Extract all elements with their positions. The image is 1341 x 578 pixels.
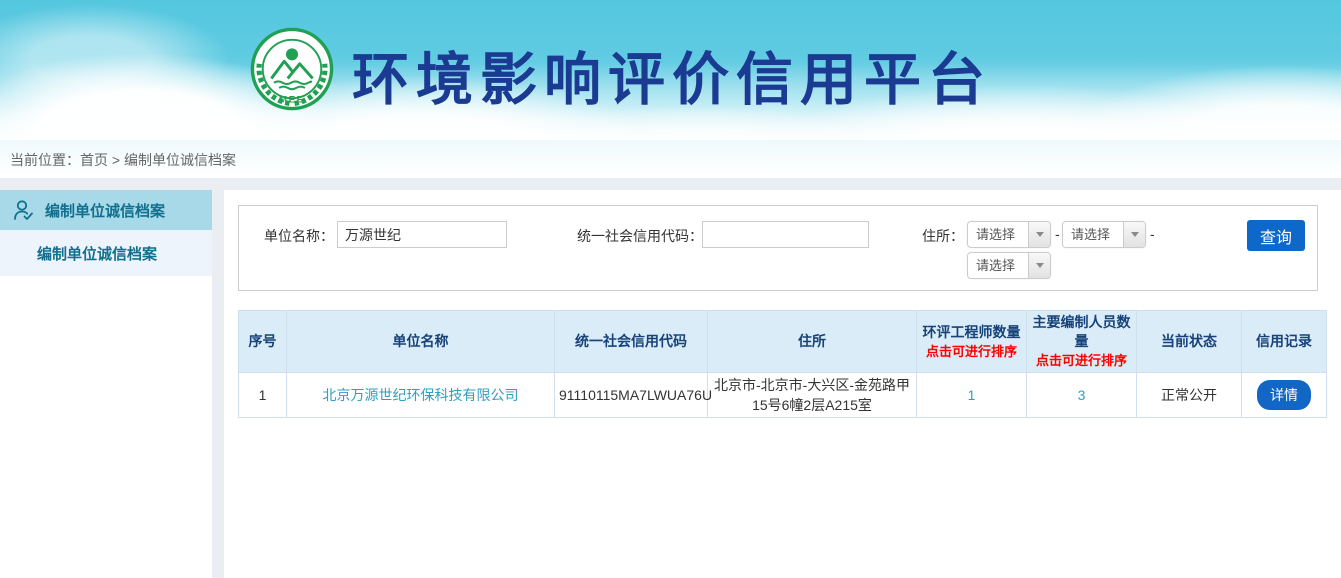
col-header-index: 序号 bbox=[239, 311, 287, 373]
col-header-engineer-count-label: 环评工程师数量 bbox=[923, 324, 1021, 340]
chevron-down-icon[interactable] bbox=[1123, 222, 1145, 247]
unit-name-input[interactable] bbox=[337, 221, 507, 248]
sidebar-subitem-label: 编制单位诚信档案 bbox=[37, 243, 157, 264]
sidebar-item-label: 编制单位诚信档案 bbox=[45, 200, 165, 221]
unit-name-link[interactable]: 北京万源世纪环保科技有限公司 bbox=[323, 387, 519, 403]
col-header-credit-code: 统一社会信用代码 bbox=[555, 311, 708, 373]
sidebar-divider bbox=[212, 190, 225, 578]
sidebar-item-unit-credit-archive[interactable]: 编制单位诚信档案 bbox=[0, 190, 212, 230]
staff-count-link[interactable]: 3 bbox=[1078, 387, 1086, 403]
table-header-row: 序号 单位名称 统一社会信用代码 住所 环评工程师数量 点击可进行排序 主要编制… bbox=[239, 311, 1327, 373]
engineer-count-link[interactable]: 1 bbox=[968, 387, 976, 403]
row-index: 1 bbox=[239, 373, 287, 418]
breadcrumb-current: 编制单位诚信档案 bbox=[124, 152, 236, 168]
person-check-icon bbox=[12, 198, 36, 222]
credit-code-input[interactable] bbox=[702, 221, 869, 248]
credit-code-label: 统一社会信用代码： bbox=[577, 226, 703, 246]
address-cell: 北京市-北京市-大兴区-金苑路甲15号6幢2层A215室 bbox=[708, 373, 917, 418]
col-header-address: 住所 bbox=[708, 311, 917, 373]
site-title: 环境影响评价信用平台 bbox=[352, 34, 992, 116]
col-header-status: 当前状态 bbox=[1137, 311, 1242, 373]
col-header-staff-count: 主要编制人员数量 点击可进行排序 bbox=[1027, 311, 1137, 373]
detail-button[interactable]: 详情 bbox=[1257, 380, 1311, 410]
breadcrumb-separator: > bbox=[108, 152, 124, 168]
engineer-sort-hint[interactable]: 点击可进行排序 bbox=[919, 342, 1024, 361]
page-body: 编制单位诚信档案 编制单位诚信档案 单位名称： 统一社会信用代码： 住所： 请选… bbox=[0, 178, 1341, 578]
results-table: 序号 单位名称 统一社会信用代码 住所 环评工程师数量 点击可进行排序 主要编制… bbox=[238, 310, 1327, 418]
status-cell: 正常公开 bbox=[1137, 373, 1242, 418]
sidebar-subitem-unit-credit-archive[interactable]: 编制单位诚信档案 bbox=[0, 230, 212, 276]
chevron-down-icon[interactable] bbox=[1028, 222, 1050, 247]
address-city-value: 请选择 bbox=[1063, 222, 1123, 247]
col-header-staff-count-label: 主要编制人员数量 bbox=[1033, 314, 1131, 349]
credit-code-cell: 91110115MA7LWUA76U bbox=[555, 373, 708, 418]
breadcrumb-home-link[interactable]: 首页 bbox=[80, 152, 108, 168]
col-header-credit-record: 信用记录 bbox=[1242, 311, 1327, 373]
site-header: MEE 环境影响评价信用平台 bbox=[0, 0, 1341, 140]
address-dash: - bbox=[1055, 226, 1060, 242]
logo-text: MEE bbox=[279, 95, 305, 106]
sidebar: 编制单位诚信档案 编制单位诚信档案 bbox=[0, 190, 212, 578]
address-label: 住所： bbox=[922, 226, 964, 246]
col-header-engineer-count: 环评工程师数量 点击可进行排序 bbox=[917, 311, 1027, 373]
address-dash: - bbox=[1150, 226, 1155, 242]
table-row: 1 北京万源世纪环保科技有限公司 91110115MA7LWUA76U 北京市-… bbox=[239, 373, 1327, 418]
col-header-unit-name: 单位名称 bbox=[287, 311, 555, 373]
breadcrumb-prefix: 当前位置： bbox=[10, 152, 80, 168]
address-city-select[interactable]: 请选择 bbox=[1062, 221, 1146, 248]
breadcrumb: 当前位置：首页 > 编制单位诚信档案 bbox=[0, 140, 1341, 178]
address-district-value: 请选择 bbox=[968, 253, 1028, 278]
chevron-down-icon[interactable] bbox=[1028, 253, 1050, 278]
unit-name-label: 单位名称： bbox=[264, 226, 334, 246]
address-province-select[interactable]: 请选择 bbox=[967, 221, 1051, 248]
mee-logo-icon: MEE bbox=[249, 26, 335, 112]
address-province-value: 请选择 bbox=[968, 222, 1028, 247]
staff-sort-hint[interactable]: 点击可进行排序 bbox=[1029, 351, 1134, 370]
search-panel: 单位名称： 统一社会信用代码： 住所： 请选择 - 请选择 - 请选择 查询 bbox=[238, 205, 1318, 291]
query-button[interactable]: 查询 bbox=[1247, 220, 1305, 251]
main-content: 单位名称： 统一社会信用代码： 住所： 请选择 - 请选择 - 请选择 查询 bbox=[224, 190, 1341, 578]
address-district-select[interactable]: 请选择 bbox=[967, 252, 1051, 279]
